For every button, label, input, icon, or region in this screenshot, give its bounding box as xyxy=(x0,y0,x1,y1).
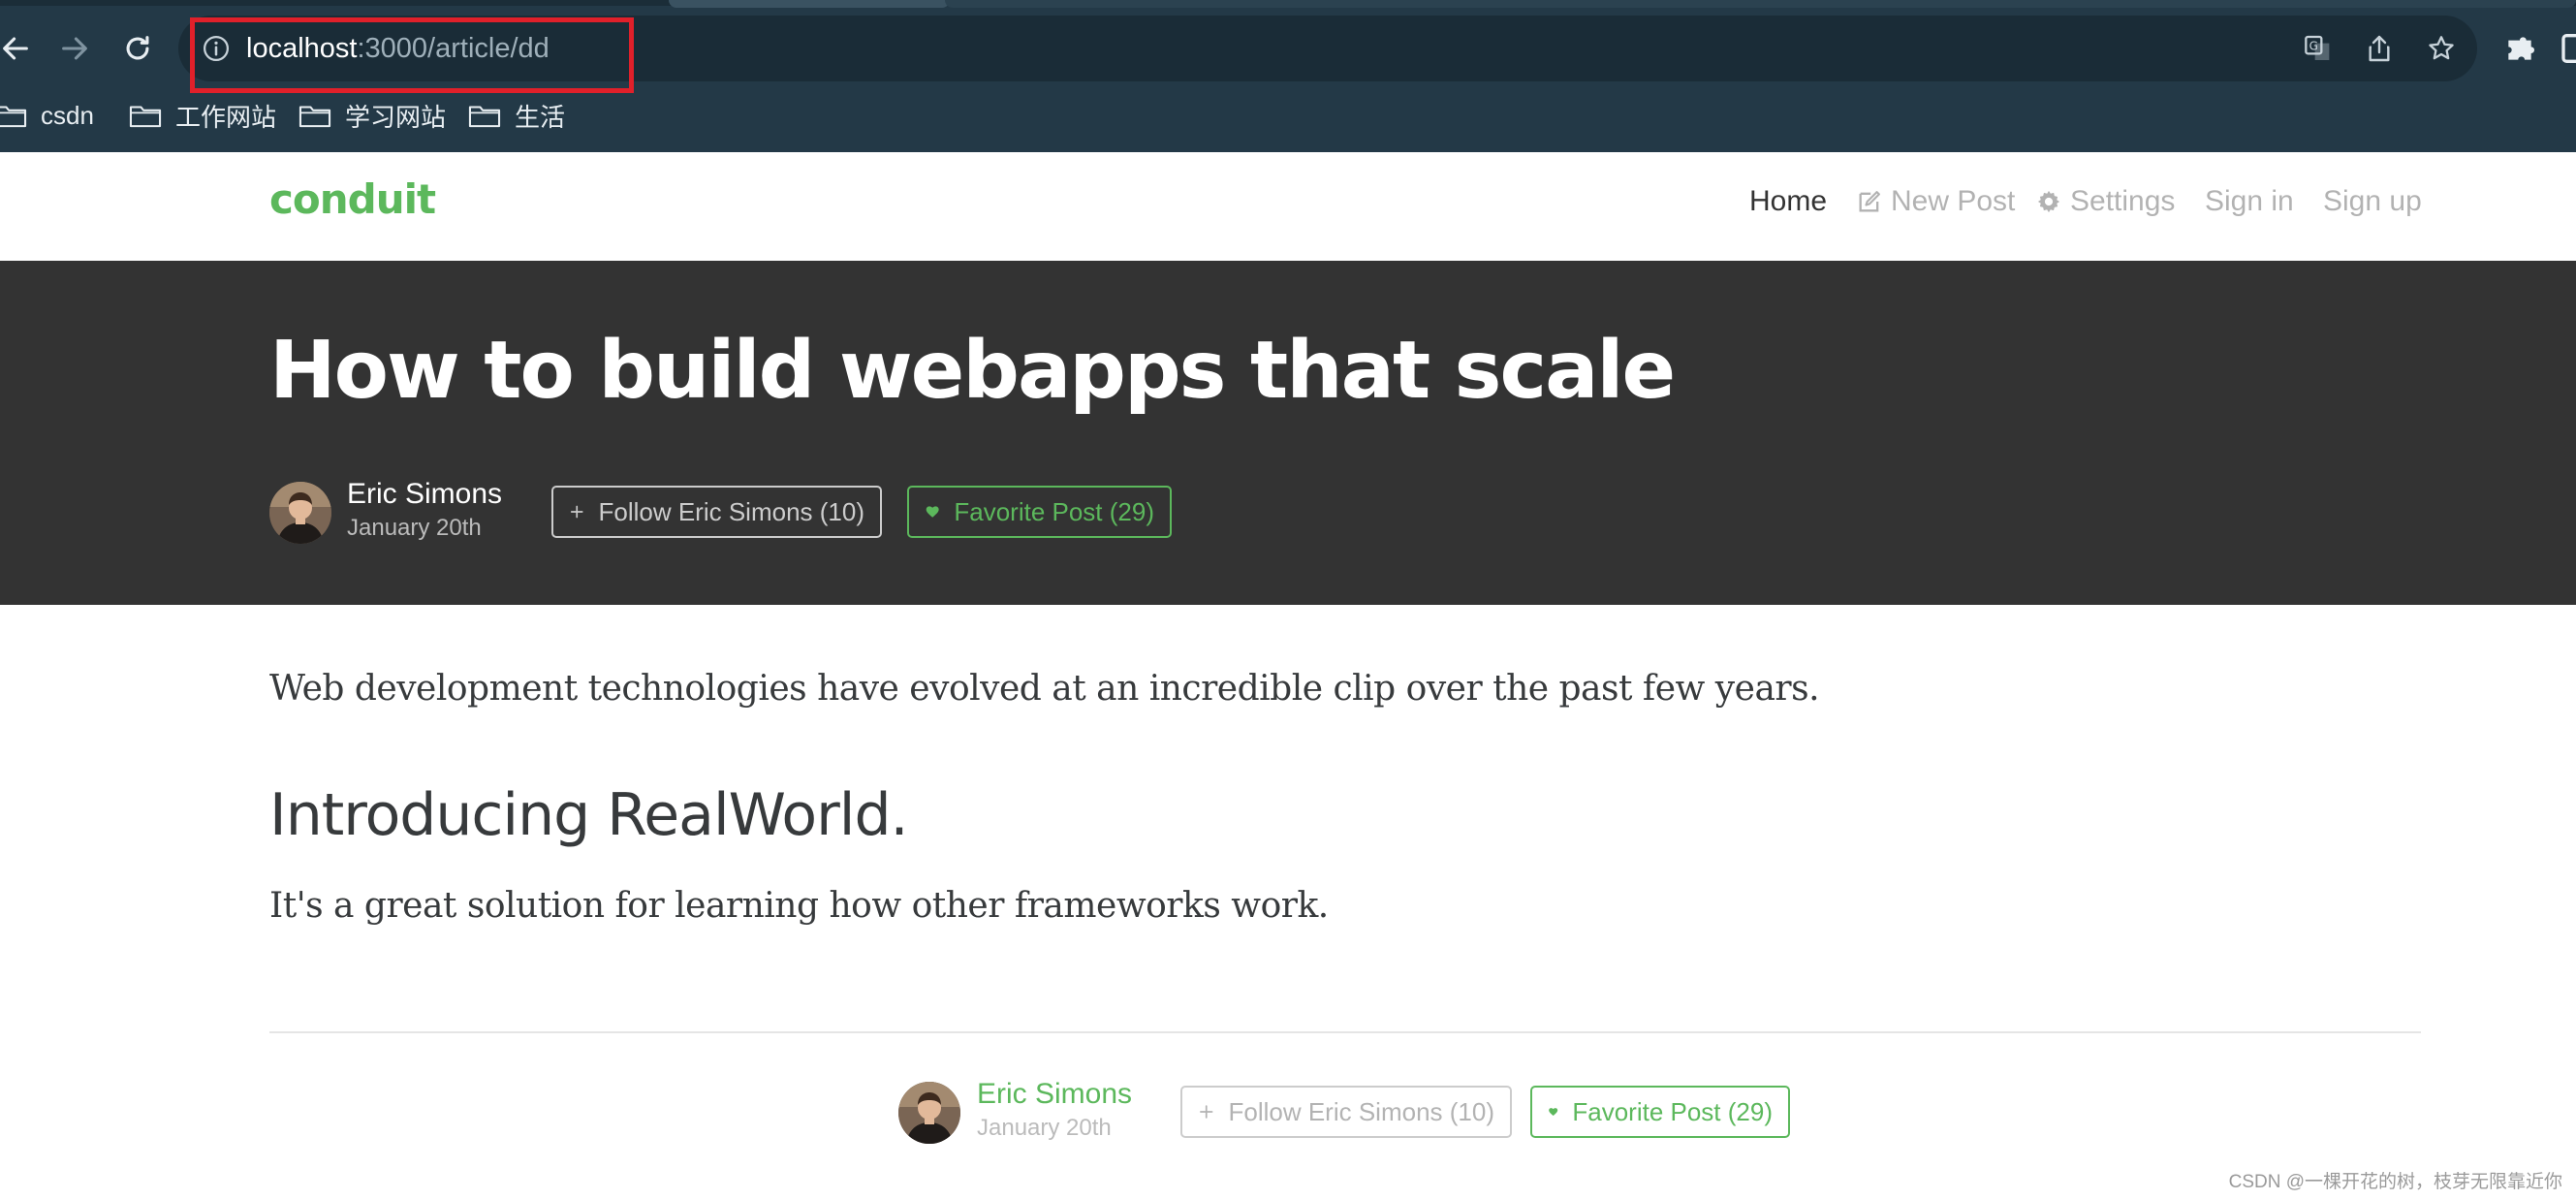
nav-link-label: Sign in xyxy=(2205,185,2294,217)
bookmark-label: csdn xyxy=(41,100,94,130)
forward-button[interactable] xyxy=(51,25,98,72)
footer-author-name[interactable]: Eric Simons xyxy=(977,1078,1132,1111)
favorite-button-label: Favorite Post (29) xyxy=(1572,1096,1773,1126)
nav-new-post[interactable]: New Post xyxy=(1856,185,2015,218)
reload-button[interactable] xyxy=(114,25,161,72)
footer-author-avatar[interactable] xyxy=(898,1082,960,1144)
article-date: January 20th xyxy=(347,515,482,541)
site-navbar: conduit Home New Post Settings Sign in S… xyxy=(0,152,2576,261)
article-heading: Introducing RealWorld. xyxy=(269,781,909,849)
follow-button-label: Follow Eric Simons (10) xyxy=(1228,1096,1494,1126)
nav-sign-in[interactable]: Sign in xyxy=(2205,185,2294,218)
author-avatar[interactable] xyxy=(269,482,331,544)
bookmarks-bar: csdn 工作网站 学习网站 生活 xyxy=(0,93,2576,138)
bookmark-csdn[interactable]: csdn xyxy=(0,97,94,134)
nav-link-label: Sign up xyxy=(2323,185,2422,217)
gear-icon xyxy=(2037,190,2060,213)
share-icon xyxy=(2369,35,2390,62)
article-paragraph: It's a great solution for learning how o… xyxy=(269,886,1329,926)
extensions-icon[interactable] xyxy=(2500,29,2539,68)
article-banner: How to build webapps that scale Eric Sim… xyxy=(0,261,2576,605)
back-button[interactable] xyxy=(0,25,39,72)
follow-author-button[interactable]: Follow Eric Simons (10) xyxy=(551,486,882,538)
edit-icon xyxy=(1859,191,1880,212)
plus-icon xyxy=(1200,1105,1213,1119)
article-title: How to build webapps that scale xyxy=(269,325,1676,417)
share-button[interactable] xyxy=(2362,31,2397,66)
heart-icon xyxy=(1549,1108,1558,1117)
folder-icon xyxy=(129,106,162,128)
url-highlight-box xyxy=(190,17,634,93)
translate-button[interactable]: G xyxy=(2301,31,2336,66)
browser-tab-active[interactable] xyxy=(945,0,2576,8)
translate-icon: G xyxy=(2305,35,2330,60)
bookmark-star-button[interactable] xyxy=(2424,31,2459,66)
reload-icon xyxy=(126,36,149,60)
nav-sign-up[interactable]: Sign up xyxy=(2323,185,2422,218)
author-name[interactable]: Eric Simons xyxy=(347,478,502,511)
avatar-image xyxy=(269,482,331,544)
bookmark-label: 学习网站 xyxy=(345,102,447,132)
folder-icon xyxy=(0,106,27,128)
bookmark-study-sites[interactable]: 学习网站 xyxy=(298,97,446,134)
footer-follow-author-button[interactable]: Follow Eric Simons (10) xyxy=(1180,1086,1512,1138)
star-icon xyxy=(2429,36,2454,60)
bookmark-work-sites[interactable]: 工作网站 xyxy=(129,97,276,134)
follow-button-label: Follow Eric Simons (10) xyxy=(598,496,864,526)
bookmark-label: 工作网站 xyxy=(175,102,277,132)
nav-home[interactable]: Home xyxy=(1749,185,1827,218)
browser-tab[interactable] xyxy=(669,0,950,8)
bookmark-life[interactable]: 生活 xyxy=(468,97,565,134)
footer-article-date: January 20th xyxy=(977,1115,1112,1141)
content-divider xyxy=(269,1031,2421,1033)
nav-link-label: Settings xyxy=(2070,185,2176,217)
avatar-image xyxy=(898,1082,960,1144)
nav-link-label: New Post xyxy=(1891,185,2016,217)
nav-link-label: Home xyxy=(1749,185,1828,217)
bookmark-label: 生活 xyxy=(515,102,566,132)
arrow-right-icon xyxy=(62,37,87,60)
side-panel-icon[interactable] xyxy=(2559,29,2576,68)
folder-icon xyxy=(298,106,331,128)
favorite-button-label: Favorite Post (29) xyxy=(954,496,1154,526)
browser-chrome: localhost:3000/article/dd G csdn 工作网站 学习… xyxy=(0,0,2576,152)
svg-text:G: G xyxy=(2309,39,2318,52)
folder-icon xyxy=(468,106,501,128)
arrow-left-icon xyxy=(3,37,28,60)
heart-icon xyxy=(926,506,939,518)
csdn-watermark: CSDN @一棵开花的树，枝芽无限靠近你 xyxy=(2228,1172,2562,1192)
article-intro-paragraph: Web development technologies have evolve… xyxy=(269,669,1820,709)
nav-settings[interactable]: Settings xyxy=(2035,185,2175,218)
plus-icon xyxy=(570,505,583,519)
favorite-post-button[interactable]: Favorite Post (29) xyxy=(907,486,1172,538)
footer-favorite-post-button[interactable]: Favorite Post (29) xyxy=(1530,1086,1790,1138)
brand-logo[interactable]: conduit xyxy=(269,175,436,223)
